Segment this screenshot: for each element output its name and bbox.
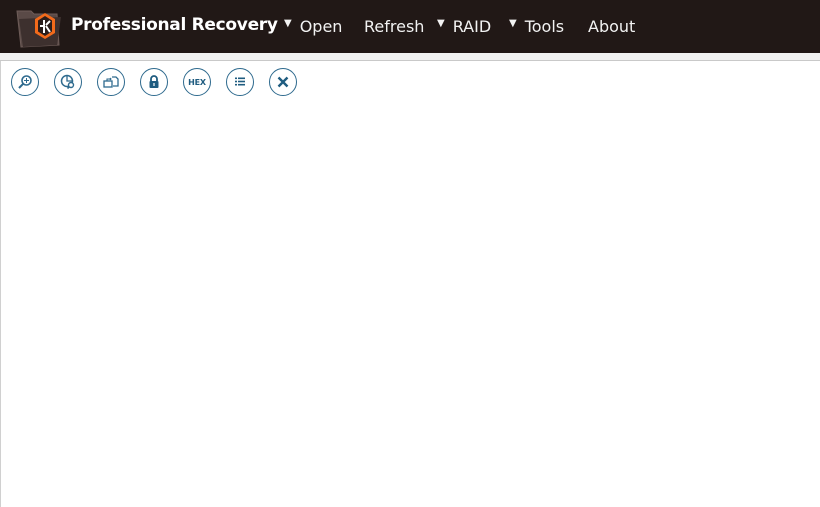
hex-icon: HEX: [188, 77, 206, 87]
folder-recovery-logo-icon: [15, 5, 63, 49]
copy-files-button[interactable]: [97, 68, 125, 96]
toolbar: HEX: [11, 68, 312, 96]
menu-open-label: Open: [299, 17, 343, 36]
lock-icon: [149, 75, 159, 88]
dropdown-arrow-icon: ▼: [509, 18, 517, 29]
menu-about[interactable]: About: [588, 17, 635, 36]
list-icon: [235, 77, 245, 86]
list-view-button[interactable]: [226, 68, 254, 96]
title-bar: Professional Recovery ▼ Open Refresh ▼ R…: [0, 0, 820, 53]
menu-raid[interactable]: ▼ RAID: [437, 17, 491, 36]
dropdown-arrow-icon: ▼: [284, 18, 292, 29]
partition-search-icon: [60, 74, 75, 90]
search-button[interactable]: [11, 68, 39, 96]
menu-about-label: About: [588, 17, 636, 36]
search-icon: [18, 75, 32, 89]
lock-button[interactable]: [140, 68, 168, 96]
menu-refresh-label: Refresh: [364, 17, 425, 36]
app-title: Professional Recovery: [71, 15, 278, 35]
content-left-border: [0, 61, 1, 507]
hex-view-button[interactable]: HEX: [183, 68, 211, 96]
menu-tools[interactable]: ▼ Tools: [509, 17, 564, 36]
copy-files-icon: [103, 76, 119, 88]
menu-open[interactable]: ▼ Open: [284, 17, 342, 36]
close-button[interactable]: [269, 68, 297, 96]
menu-tools-label: Tools: [524, 17, 565, 36]
menu-refresh[interactable]: Refresh: [364, 17, 424, 36]
menu-raid-label: RAID: [452, 17, 492, 36]
close-icon: [277, 76, 289, 88]
dropdown-arrow-icon: ▼: [437, 18, 445, 29]
header-divider-strip: [0, 53, 820, 61]
partition-search-button[interactable]: [54, 68, 82, 96]
